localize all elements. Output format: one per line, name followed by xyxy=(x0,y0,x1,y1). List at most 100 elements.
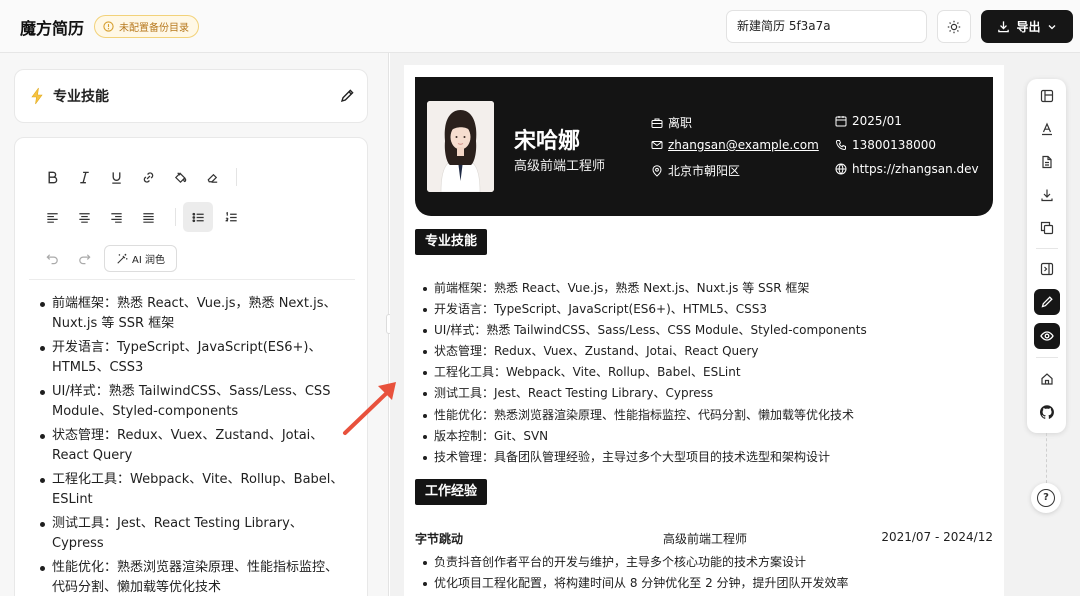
home-button[interactable] xyxy=(1034,366,1060,392)
person-job-title: 高级前端工程师 xyxy=(514,159,606,174)
alert-circle-icon xyxy=(103,21,114,32)
ai-polish-button[interactable]: AI 润色 xyxy=(104,245,177,272)
toolbar-separator xyxy=(175,208,176,226)
theme-toggle-button[interactable] xyxy=(937,10,971,43)
italic-button[interactable] xyxy=(71,164,97,190)
list-item: 状态管理：Redux、Vuex、Zustand、Jotai、React Quer… xyxy=(422,341,867,362)
list-item: 优化项目工程化配置，将构建时间从 8 分钟优化至 2 分钟，提升团队开发效率 xyxy=(422,573,849,594)
justify-button[interactable] xyxy=(135,204,161,230)
list-item[interactable]: 工程化工具：Webpack、Vite、Rollup、Babel、ESLint xyxy=(40,470,344,511)
job-entry-header: 字节跳动 高级前端工程师 2021/07 - 2024/12 xyxy=(415,530,993,546)
underline-icon xyxy=(111,171,121,184)
email-link[interactable]: zhangsan@example.com xyxy=(668,138,819,152)
download-button[interactable] xyxy=(1034,182,1060,208)
list-item[interactable]: 测试工具：Jest、React Testing Library、Cypress xyxy=(40,514,344,555)
list-item[interactable]: UI/样式：熟悉 TailwindCSS、Sass/Less、CSS Modul… xyxy=(40,382,344,423)
list-item: 工程化工具：Webpack、Vite、Rollup、Babel、ESLint xyxy=(422,362,867,383)
redo-button[interactable] xyxy=(71,245,97,271)
bold-button[interactable] xyxy=(39,164,65,190)
editor-panel: 专业技能 AI 润色 前端框架：熟悉 React、Vue.js，熟悉 Next.… xyxy=(0,53,389,596)
list-item[interactable]: 状态管理：Redux、Vuex、Zustand、Jotai、React Quer… xyxy=(40,426,344,467)
resume-page: 宋哈娜 高级前端工程师 离职 zhangsan@example.com 北京市朝… xyxy=(404,65,1004,596)
layout-button[interactable] xyxy=(1034,83,1060,109)
preview-mode-button[interactable] xyxy=(1034,323,1060,349)
date-text: 2025/01 xyxy=(852,114,902,128)
document-button[interactable] xyxy=(1034,149,1060,175)
list-item: UI/样式：熟悉 TailwindCSS、Sass/Less、CSS Modul… xyxy=(422,320,867,341)
underline-button[interactable] xyxy=(103,164,129,190)
export-label: 导出 xyxy=(1016,20,1041,34)
resume-header: 宋哈娜 高级前端工程师 离职 zhangsan@example.com 北京市朝… xyxy=(415,77,993,216)
paint-bucket-icon xyxy=(174,171,186,183)
globe-icon xyxy=(835,163,847,175)
align-center-button[interactable] xyxy=(71,204,97,230)
list-item: 前端框架：熟悉 React、Vue.js，熟悉 Next.js、Nuxt.js … xyxy=(422,278,867,299)
location-info: 北京市朝阳区 xyxy=(651,162,740,179)
toolbar-separator xyxy=(236,168,237,186)
undo-button[interactable] xyxy=(39,245,65,271)
link-icon xyxy=(143,171,153,183)
backup-warning-badge[interactable]: 未配置备份目录 xyxy=(94,15,199,38)
top-bar: 魔方简历 未配置备份目录 新建简历 5f3a7a 导出 xyxy=(0,0,1080,53)
pen-icon xyxy=(1041,296,1053,308)
align-right-button[interactable] xyxy=(103,204,129,230)
eye-icon xyxy=(1040,331,1054,341)
panel-toggle-icon xyxy=(1040,262,1054,276)
job-role: 高级前端工程师 xyxy=(663,532,748,546)
status-text: 离职 xyxy=(668,116,693,130)
list-item: 测试工具：Jest、React Testing Library、Cypress xyxy=(422,383,867,404)
typography-button[interactable] xyxy=(1034,116,1060,142)
editor-skills-list[interactable]: 前端框架：熟悉 React、Vue.js，熟悉 Next.js、Nuxt.js … xyxy=(40,294,344,596)
toggle-panel-button[interactable] xyxy=(1034,256,1060,282)
toolbar-separator xyxy=(1036,248,1058,249)
toolbar-separator xyxy=(1036,357,1058,358)
calendar-icon xyxy=(835,116,847,127)
list-item: 技术管理：具备团队管理经验，主导过多个大型项目的技术选型和架构设计 xyxy=(422,447,867,468)
avatar xyxy=(427,101,494,192)
backup-badge-label: 未配置备份目录 xyxy=(119,23,189,34)
edit-mode-button[interactable] xyxy=(1034,289,1060,315)
ordered-list-button[interactable] xyxy=(218,204,244,230)
lightning-icon xyxy=(31,87,43,105)
align-left-icon xyxy=(46,212,58,223)
bullet-list-button[interactable] xyxy=(183,202,213,232)
eraser-icon xyxy=(207,173,217,183)
fill-color-button[interactable] xyxy=(167,164,193,190)
copy-button[interactable] xyxy=(1034,215,1060,241)
github-icon xyxy=(1040,405,1054,419)
file-text-icon xyxy=(1042,155,1052,169)
date-info: 2025/01 xyxy=(835,114,902,128)
text-format-icon xyxy=(1042,122,1052,136)
ai-button-label: AI 润色 xyxy=(132,255,165,266)
phone-info: 13800138000 xyxy=(835,138,936,152)
list-item[interactable]: 前端框架：熟悉 React、Vue.js，熟悉 Next.js、Nuxt.js … xyxy=(40,294,344,335)
preview-side-toolbar xyxy=(1027,79,1066,433)
align-center-icon xyxy=(78,212,90,223)
work-section-heading: 工作经验 xyxy=(415,479,488,505)
job-period: 2021/07 - 2024/12 xyxy=(881,530,993,544)
github-link[interactable] xyxy=(1034,399,1060,425)
export-button[interactable]: 导出 xyxy=(981,10,1073,43)
website-link[interactable]: https://zhangsan.dev xyxy=(852,162,979,176)
person-name: 宋哈娜 xyxy=(514,129,581,154)
rich-text-editor: AI 润色 前端框架：熟悉 React、Vue.js，熟悉 Next.js、Nu… xyxy=(14,137,368,596)
job-company: 字节跳动 xyxy=(415,532,464,546)
link-button[interactable] xyxy=(135,164,161,190)
home-icon xyxy=(1041,373,1053,385)
list-item: 负责抖音创作者平台的开发与维护，主导多个核心功能的技术方案设计 xyxy=(422,552,849,573)
list-item[interactable]: 性能优化：熟悉浏览器渲染原理、性能指标监控、代码分割、懒加载等优化技术 xyxy=(40,558,344,596)
list-item: 性能优化：熟悉浏览器渲染原理、性能指标监控、代码分割、懒加载等优化技术 xyxy=(422,405,867,426)
layout-icon xyxy=(1040,89,1054,103)
download-icon xyxy=(998,21,1010,33)
job-details-list: 负责抖音创作者平台的开发与维护，主导多个核心功能的技术方案设计 优化项目工程化配… xyxy=(422,552,849,594)
app-title: 魔方简历 xyxy=(20,19,85,38)
align-left-button[interactable] xyxy=(39,204,65,230)
resume-name-input[interactable]: 新建简历 5f3a7a xyxy=(726,10,927,43)
help-button[interactable]: ? xyxy=(1031,483,1061,513)
bullet-list-icon xyxy=(191,212,204,222)
list-item[interactable]: 开发语言：TypeScript、JavaScript(ES6+)、HTML5、C… xyxy=(40,338,344,379)
pencil-icon[interactable] xyxy=(339,88,355,104)
phone-icon xyxy=(835,140,846,151)
clear-format-button[interactable] xyxy=(199,164,225,190)
copy-icon xyxy=(1040,221,1054,235)
